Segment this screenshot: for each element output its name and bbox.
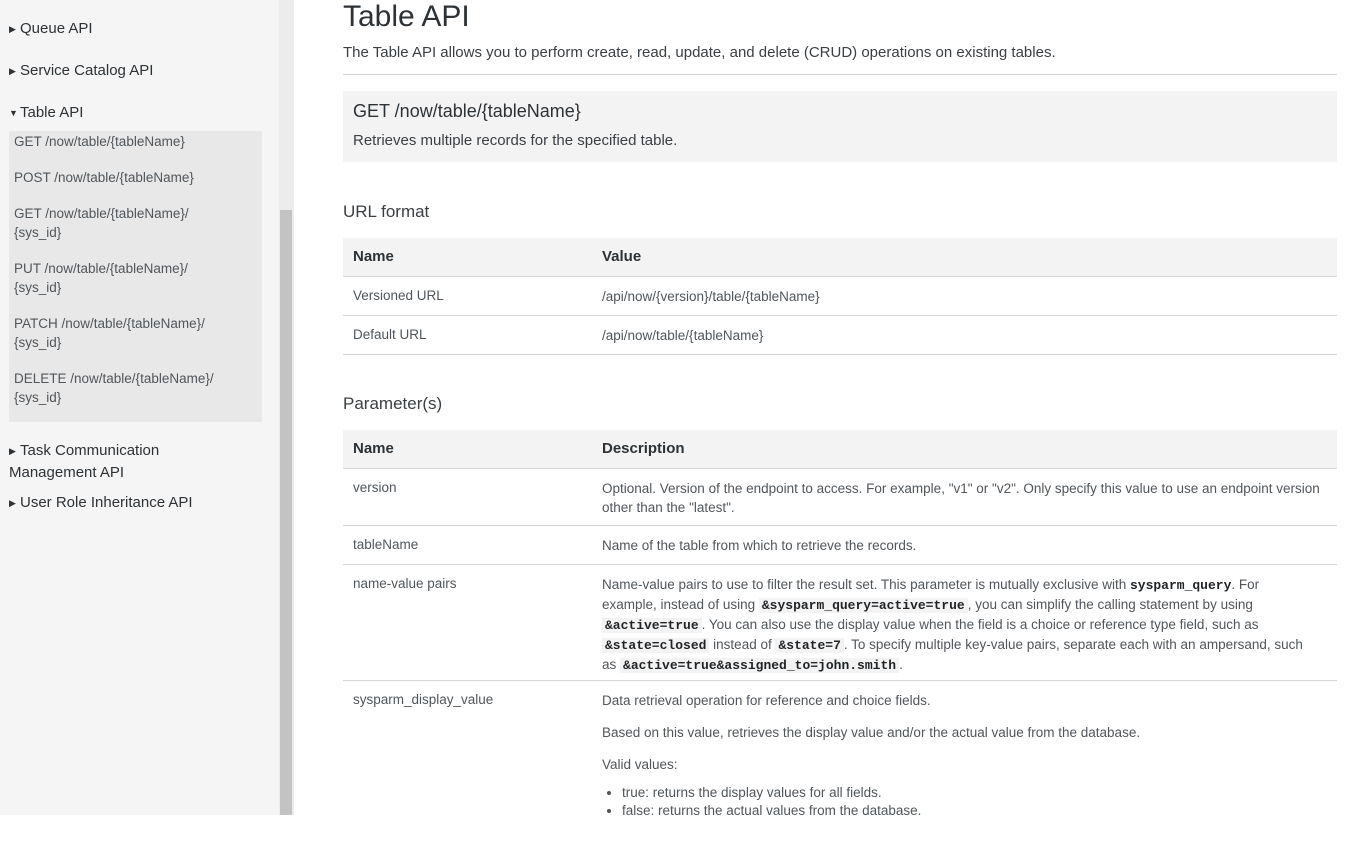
subitem-label-cont: {sys_id} bbox=[14, 335, 62, 350]
sidebar-subitem-put-record[interactable]: PUT /now/table/{tableName}/ {sys_id} bbox=[14, 259, 254, 297]
sidebar-item-service-catalog-api[interactable]: ▶ Service Catalog API bbox=[9, 62, 153, 79]
caret-right-icon: ▶ bbox=[9, 498, 16, 508]
row-value: /api/now/table/{tableName} bbox=[602, 328, 764, 343]
caret-down-icon: ▼ bbox=[9, 108, 18, 118]
subitem-label-cont: {sys_id} bbox=[14, 280, 62, 295]
subitem-label: GET /now/table/{tableName} bbox=[14, 134, 185, 149]
desc-text: . You can also use the display value whe… bbox=[701, 617, 1259, 632]
param-name: sysparm_display_value bbox=[353, 692, 494, 707]
param-description: Name of the table from which to retrieve… bbox=[602, 538, 917, 553]
sidebar-item-label: User Role Inheritance API bbox=[20, 494, 193, 511]
desc-paragraph: Data retrieval operation for reference a… bbox=[602, 693, 931, 708]
param-row-name-value-pairs: name-value pairs Name-value pairs to use… bbox=[343, 565, 1337, 681]
sidebar-item-user-role-inheritance-api[interactable]: ▶ User Role Inheritance API bbox=[9, 494, 193, 511]
subitem-label: GET /now/table/{tableName}/ bbox=[14, 206, 189, 221]
url-format-heading: URL format bbox=[343, 202, 430, 221]
table-header: Name Description bbox=[343, 430, 1337, 469]
sidebar-subitem-post-table[interactable]: POST /now/table/{tableName} bbox=[14, 168, 254, 187]
param-description: Data retrieval operation for reference a… bbox=[602, 691, 1322, 820]
divider bbox=[343, 74, 1337, 75]
sidebar-item-label-cont: Management API bbox=[9, 464, 125, 481]
desc-paragraph: Based on this value, retrieves the displ… bbox=[602, 725, 1141, 740]
row-value: /api/now/{version}/table/{tableName} bbox=[602, 289, 820, 304]
subitem-label: DELETE /now/table/{tableName}/ bbox=[14, 371, 214, 386]
sidebar-item-label: Table API bbox=[20, 104, 84, 121]
param-row-version: version Optional. Version of the endpoin… bbox=[343, 469, 1337, 526]
column-header-value: Value bbox=[602, 248, 642, 265]
table-row: Default URL /api/now/table/{tableName} bbox=[343, 316, 1337, 355]
inline-code: sysparm_query bbox=[1129, 578, 1232, 593]
subitem-label: POST /now/table/{tableName} bbox=[14, 170, 194, 185]
param-description: Optional. Version of the endpoint to acc… bbox=[602, 481, 1320, 515]
param-description: Name-value pairs to use to filter the re… bbox=[602, 575, 1317, 675]
inline-code: &active=true bbox=[602, 618, 702, 633]
sidebar-item-label: Service Catalog API bbox=[20, 62, 154, 79]
sidebar-subitem-delete-record[interactable]: DELETE /now/table/{tableName}/ {sys_id} bbox=[14, 369, 254, 407]
subitem-label-cont: {sys_id} bbox=[14, 390, 62, 405]
sidebar-item-task-communication-api[interactable]: ▶ Task Communication Management API bbox=[9, 440, 159, 484]
desc-paragraph: Valid values: bbox=[602, 757, 678, 772]
endpoint-description: Retrieves multiple records for the speci… bbox=[353, 132, 678, 149]
inline-code: &state=7 bbox=[775, 638, 844, 653]
column-header-name: Name bbox=[353, 440, 394, 457]
inline-code: &active=true&assigned_to=john.smith bbox=[620, 658, 900, 673]
row-name: Default URL bbox=[353, 327, 427, 342]
endpoint-title: GET /now/table/{tableName} bbox=[353, 101, 581, 121]
table-row: Versioned URL /api/now/{version}/table/{… bbox=[343, 277, 1337, 316]
inline-code: &sysparm_query=active=true bbox=[758, 598, 968, 613]
page-intro: The Table API allows you to perform crea… bbox=[343, 44, 1056, 61]
row-name: Versioned URL bbox=[353, 288, 444, 303]
desc-text: Name-value pairs to use to filter the re… bbox=[602, 577, 1130, 592]
sidebar-subitem-patch-record[interactable]: PATCH /now/table/{tableName}/ {sys_id} bbox=[14, 314, 254, 352]
column-header-name: Name bbox=[353, 248, 394, 265]
desc-text: , you can simplify the calling statement… bbox=[967, 597, 1253, 612]
column-header-description: Description bbox=[602, 440, 685, 457]
param-name: tableName bbox=[353, 537, 419, 552]
param-name: name-value pairs bbox=[353, 576, 457, 591]
desc-text: instead of bbox=[709, 637, 776, 652]
subitem-label: PUT /now/table/{tableName}/ bbox=[14, 261, 188, 276]
param-name: version bbox=[353, 480, 397, 495]
sidebar-item-label: Task Communication bbox=[20, 442, 160, 459]
inline-code: &state=closed bbox=[602, 638, 710, 653]
desc-text: . bbox=[899, 657, 903, 672]
sidebar-subitem-get-record[interactable]: GET /now/table/{tableName}/ {sys_id} bbox=[14, 204, 254, 242]
sidebar-subitem-get-table[interactable]: GET /now/table/{tableName} bbox=[14, 132, 254, 151]
page-title: Table API bbox=[343, 0, 470, 33]
table-header: Name Value bbox=[343, 238, 1337, 277]
subitem-label-cont: {sys_id} bbox=[14, 225, 62, 240]
list-item: true: returns the display values for all… bbox=[622, 784, 1322, 802]
caret-right-icon: ▶ bbox=[9, 66, 16, 76]
param-row-tablename: tableName Name of the table from which t… bbox=[343, 526, 1337, 565]
sidebar-item-queue-api[interactable]: ▶ Queue API bbox=[9, 20, 93, 37]
parameters-heading: Parameter(s) bbox=[343, 394, 443, 413]
list-item: false: returns the actual values from th… bbox=[622, 802, 1322, 820]
endpoint-header: GET /now/table/{tableName} Retrieves mul… bbox=[343, 91, 1337, 162]
sidebar-scrollbar-thumb[interactable] bbox=[280, 210, 292, 815]
subitem-label: PATCH /now/table/{tableName}/ bbox=[14, 316, 205, 331]
caret-right-icon: ▶ bbox=[9, 446, 16, 456]
sidebar-item-label: Queue API bbox=[20, 20, 93, 37]
sidebar-item-table-api[interactable]: ▼ Table API bbox=[9, 104, 83, 121]
caret-right-icon: ▶ bbox=[9, 24, 16, 34]
param-row-sysparm-display-value: sysparm_display_value Data retrieval ope… bbox=[343, 681, 1337, 841]
